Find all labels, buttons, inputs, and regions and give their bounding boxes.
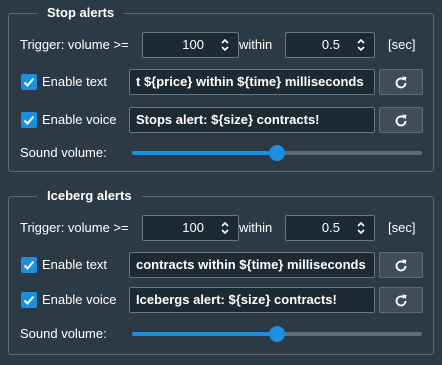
stop-time-spinbox[interactable]: 0.5 xyxy=(285,32,375,58)
stop-volume-value: 100 xyxy=(182,37,204,52)
iceberg-sound-volume-slider[interactable] xyxy=(132,326,422,342)
stop-alerts-title: Stop alerts xyxy=(37,4,125,22)
stop-unit-label: [sec] xyxy=(388,37,416,52)
iceberg-time-value: 0.5 xyxy=(321,220,340,235)
spin-arrows-icon[interactable] xyxy=(356,37,366,53)
stop-enable-voice-label: Enable voice xyxy=(42,112,117,127)
stop-sound-volume-slider[interactable] xyxy=(132,145,422,161)
stop-text-reset-button[interactable] xyxy=(379,69,423,95)
iceberg-enable-text-checkbox[interactable] xyxy=(21,257,37,273)
slider-fill xyxy=(132,332,277,336)
iceberg-enable-voice-checkbox[interactable] xyxy=(21,292,37,308)
iceberg-enable-text-label: Enable text xyxy=(42,257,108,272)
slider-thumb[interactable] xyxy=(269,326,285,342)
reload-icon xyxy=(395,76,407,89)
iceberg-volume-value: 100 xyxy=(182,220,204,235)
stop-voice-reset-button[interactable] xyxy=(379,107,423,133)
spin-arrows-icon[interactable] xyxy=(356,220,366,236)
reload-icon xyxy=(395,294,407,307)
spin-arrows-icon[interactable] xyxy=(220,220,230,236)
iceberg-alerts-group: Iceberg alerts Trigger: volume >= 100 wi… xyxy=(8,187,434,355)
iceberg-within-label: within xyxy=(239,220,273,235)
stop-sound-volume-label: Sound volume: xyxy=(20,145,107,160)
checkmark-icon xyxy=(23,295,35,305)
slider-thumb[interactable] xyxy=(269,145,285,161)
stop-trigger-label: Trigger: volume >= xyxy=(20,37,129,52)
checkmark-icon xyxy=(23,77,35,87)
iceberg-sound-volume-label: Sound volume: xyxy=(20,326,107,341)
reload-icon xyxy=(395,259,407,272)
stop-enable-text-checkbox[interactable] xyxy=(21,74,37,90)
iceberg-voice-template-input[interactable]: Icebergs alert: ${size} contracts! xyxy=(129,287,375,313)
stop-within-label: within xyxy=(239,37,273,52)
stop-voice-template-input[interactable]: Stops alert: ${size} contracts! xyxy=(129,107,375,133)
reload-icon xyxy=(395,114,407,127)
stop-alerts-group: Stop alerts Trigger: volume >= 100 withi… xyxy=(8,4,434,172)
iceberg-voice-reset-button[interactable] xyxy=(379,287,423,313)
stop-enable-voice-checkbox[interactable] xyxy=(21,112,37,128)
slider-fill xyxy=(132,151,277,155)
iceberg-time-spinbox[interactable]: 0.5 xyxy=(285,215,375,241)
iceberg-text-template-input[interactable]: contracts within ${time} milliseconds xyxy=(129,252,375,278)
spin-arrows-icon[interactable] xyxy=(220,37,230,53)
stop-text-template-input[interactable]: t ${price} within ${time} milliseconds xyxy=(129,69,375,95)
iceberg-text-reset-button[interactable] xyxy=(379,252,423,278)
iceberg-volume-spinbox[interactable]: 100 xyxy=(142,215,239,241)
stop-volume-spinbox[interactable]: 100 xyxy=(142,32,239,58)
stop-time-value: 0.5 xyxy=(321,37,340,52)
stop-enable-text-label: Enable text xyxy=(42,74,108,89)
iceberg-alerts-title: Iceberg alerts xyxy=(37,187,142,205)
iceberg-unit-label: [sec] xyxy=(388,220,416,235)
iceberg-enable-voice-label: Enable voice xyxy=(42,292,117,307)
checkmark-icon xyxy=(23,260,35,270)
iceberg-trigger-label: Trigger: volume >= xyxy=(20,220,129,235)
checkmark-icon xyxy=(23,115,35,125)
